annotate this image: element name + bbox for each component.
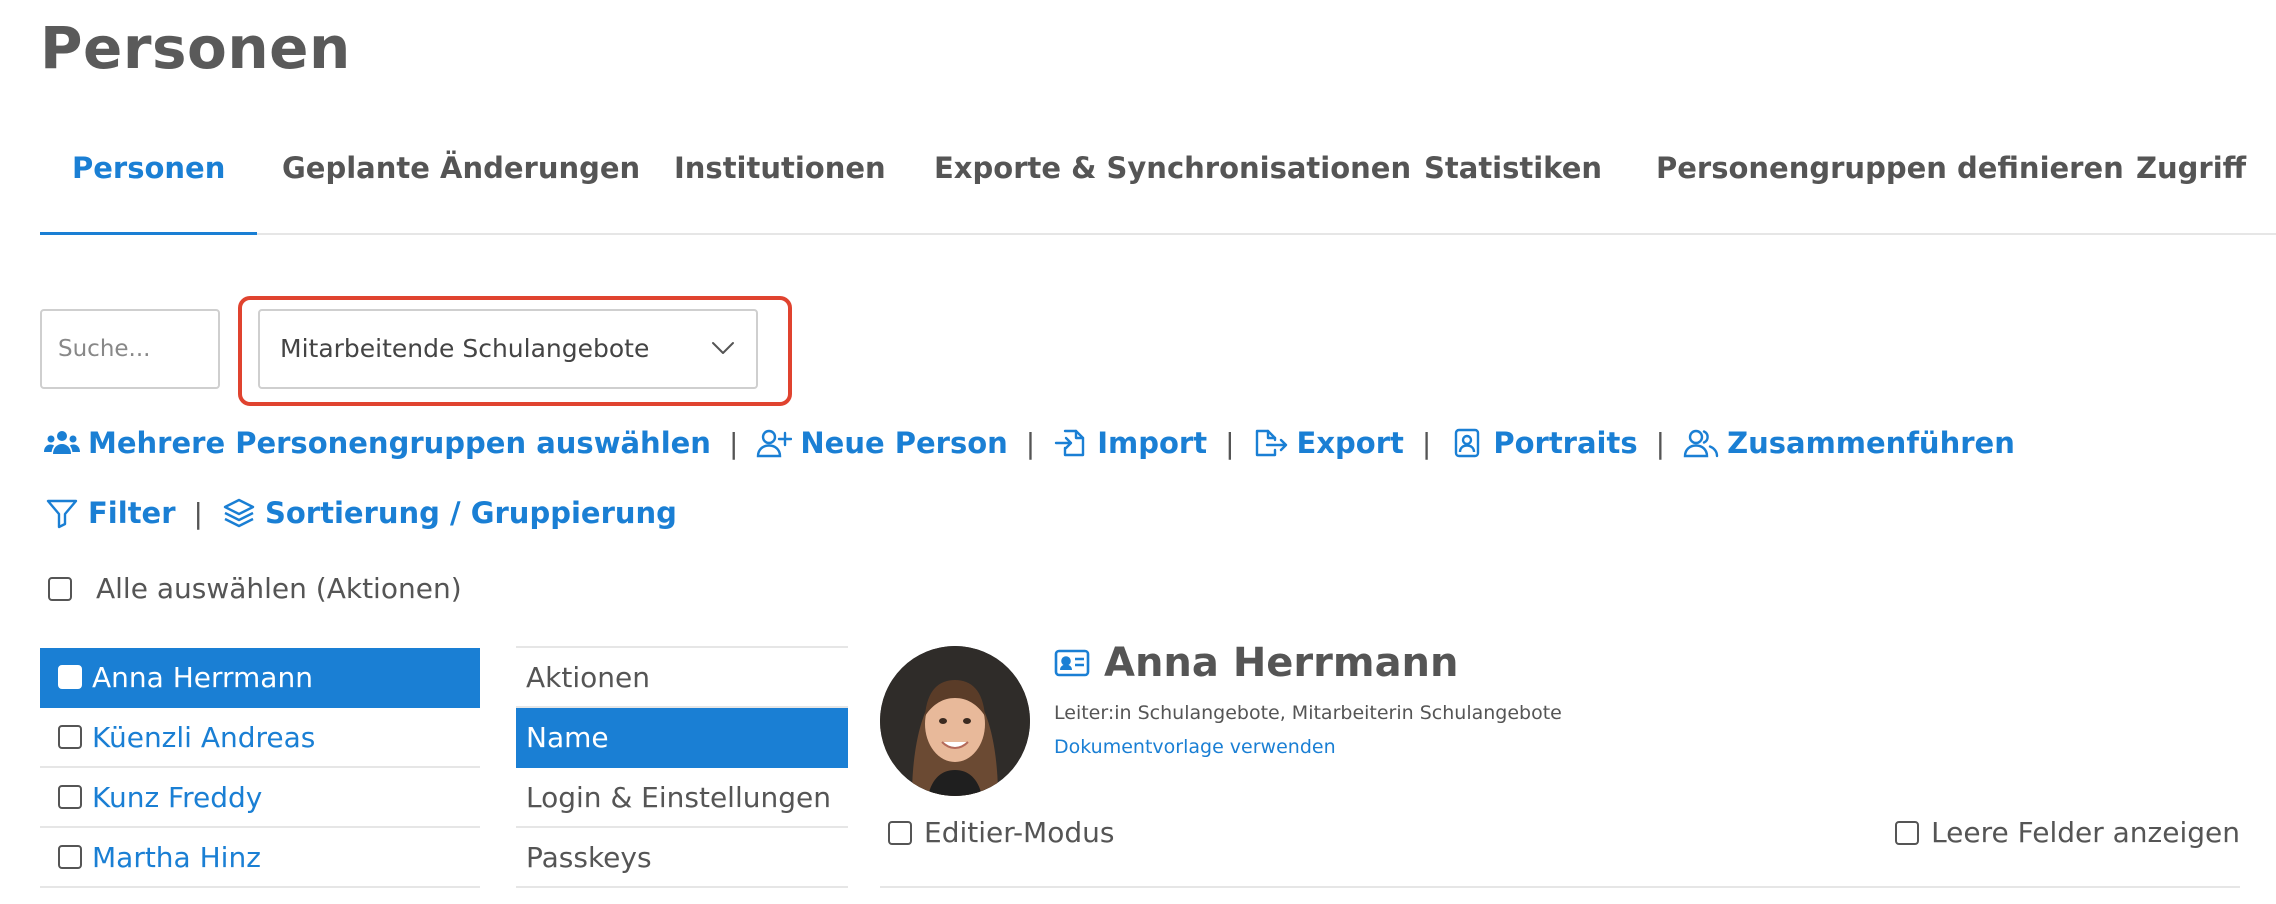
select-all-checkbox[interactable]: [48, 576, 72, 601]
person-checkbox[interactable]: [58, 785, 82, 809]
tab-exporte-synchronisationen[interactable]: Exporte & Synchronisationen: [934, 128, 1411, 235]
section-item-aktionen[interactable]: Aktionen: [516, 648, 848, 708]
merge-label: Zusammenführen: [1727, 426, 2015, 460]
separator: |: [728, 426, 739, 460]
portraits-label: Portraits: [1493, 426, 1638, 460]
file-import-icon: [1055, 429, 1085, 457]
show-empty-fields-toggle[interactable]: Leere Felder anzeigen: [1895, 816, 2240, 849]
tab-institutionen[interactable]: Institutionen: [674, 128, 886, 235]
portrait-icon: [1455, 428, 1480, 458]
edit-mode-label: Editier-Modus: [924, 816, 1115, 849]
person-name: Anna Herrmann: [92, 660, 313, 694]
tab-bar: Personen Geplante Änderungen Institution…: [40, 128, 2276, 235]
separator: |: [193, 496, 203, 530]
users-icon: [1683, 429, 1719, 458]
filter-label: Filter: [88, 496, 176, 530]
sorting-grouping-label: Sortierung / Gruppierung: [264, 496, 677, 530]
multi-groups-label: Mehrere Personengruppen auswählen: [88, 426, 711, 460]
person-group-select[interactable]: Mitarbeitende Schulangebote: [258, 309, 758, 389]
person-detail-name-text: Anna Herrmann: [1104, 640, 1459, 686]
section-item-login-einstellungen[interactable]: Login & Einstellungen: [516, 768, 848, 828]
person-detail-name: Anna Herrmann: [1054, 640, 1459, 686]
divider: [880, 886, 2240, 888]
separator: |: [1025, 426, 1036, 460]
tab-statistiken[interactable]: Statistiken: [1424, 128, 1602, 235]
export-button[interactable]: Export: [1253, 426, 1404, 460]
tab-geplante-aenderungen[interactable]: Geplante Änderungen: [282, 128, 640, 235]
show-empty-fields-checkbox[interactable]: [1895, 820, 1920, 845]
select-all-control[interactable]: Alle auswählen (Aktionen): [48, 572, 462, 605]
person-checkbox[interactable]: [58, 845, 82, 869]
file-export-icon: [1255, 429, 1287, 457]
page-title: Personen: [40, 14, 351, 82]
filter-icon: [46, 499, 78, 529]
separator: |: [1421, 426, 1432, 460]
users-group-icon: [44, 431, 80, 454]
section-item-name[interactable]: Name: [516, 708, 848, 768]
chevron-down-icon: [712, 342, 734, 354]
separator: |: [1655, 426, 1666, 460]
tab-zugriff[interactable]: Zugriff: [2136, 128, 2246, 235]
section-item-passkeys[interactable]: Passkeys: [516, 828, 848, 888]
person-name: Küenzli Andreas: [92, 720, 316, 754]
select-all-label: Alle auswählen (Aktionen): [96, 572, 462, 605]
search-input[interactable]: [40, 309, 220, 389]
list-item[interactable]: Kunz Freddy: [40, 768, 480, 828]
filter-toolbar: Filter | Sortierung / Gruppierung: [44, 488, 677, 538]
import-label: Import: [1097, 426, 1208, 460]
user-plus-icon: [757, 429, 793, 458]
list-item[interactable]: Küenzli Andreas: [40, 708, 480, 768]
filter-button[interactable]: Filter: [44, 496, 176, 530]
document-template-link[interactable]: Dokumentvorlage verwenden: [1054, 736, 1336, 758]
list-item[interactable]: Anna Herrmann: [40, 648, 480, 708]
edit-mode-toggle[interactable]: Editier-Modus: [888, 816, 1114, 849]
person-checkbox[interactable]: [58, 725, 82, 749]
new-person-button[interactable]: Neue Person: [756, 426, 1008, 460]
edit-mode-checkbox[interactable]: [888, 820, 912, 845]
tab-personen[interactable]: Personen: [40, 128, 258, 235]
import-button[interactable]: Import: [1053, 426, 1207, 460]
export-label: Export: [1296, 426, 1404, 460]
section-nav: Aktionen Name Login & Einstellungen Pass…: [516, 646, 848, 888]
id-card-icon: [1054, 649, 1090, 677]
person-roles: Leiter:in Schulangebote, Mitarbeiterin S…: [1054, 702, 1562, 724]
portraits-button[interactable]: Portraits: [1449, 426, 1638, 460]
new-person-label: Neue Person: [800, 426, 1008, 460]
person-checkbox[interactable]: [58, 665, 82, 689]
separator: |: [1225, 426, 1235, 460]
merge-button[interactable]: Zusammenführen: [1683, 426, 2015, 460]
tab-personengruppen-definieren[interactable]: Personengruppen definieren: [1656, 128, 2124, 235]
person-name: Martha Hinz: [92, 840, 261, 874]
list-item[interactable]: Martha Hinz: [40, 828, 480, 888]
person-name: Kunz Freddy: [92, 780, 263, 814]
multi-groups-button[interactable]: Mehrere Personengruppen auswählen: [44, 426, 711, 460]
avatar: [880, 646, 1030, 796]
layers-icon: [223, 498, 255, 528]
action-toolbar: Mehrere Personengruppen auswählen | Neue…: [44, 418, 2015, 468]
person-list: Anna Herrmann Küenzli Andreas Kunz Fredd…: [40, 648, 480, 888]
show-empty-fields-label: Leere Felder anzeigen: [1931, 816, 2240, 849]
person-group-select-value: Mitarbeitende Schulangebote: [280, 334, 650, 363]
sorting-grouping-button[interactable]: Sortierung / Gruppierung: [221, 496, 677, 530]
